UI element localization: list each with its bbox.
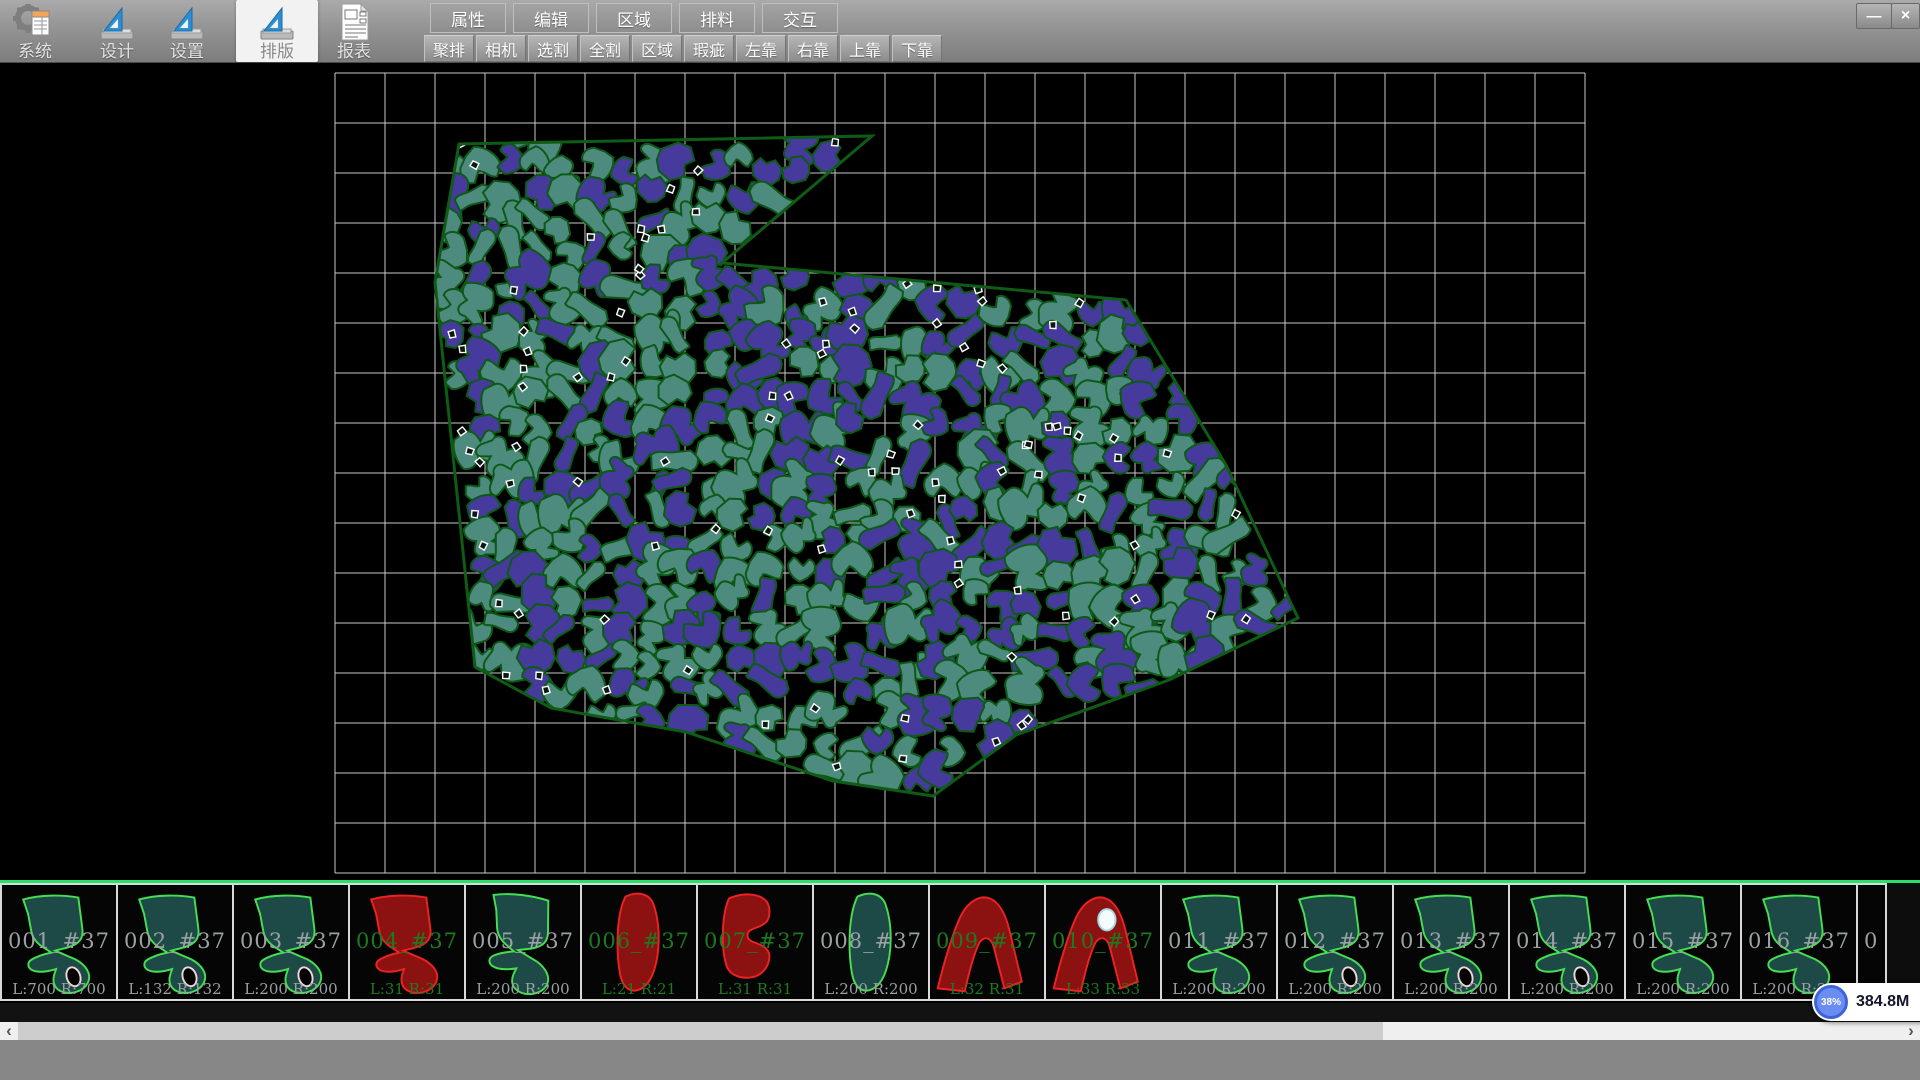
thumbnail-piece[interactable]: 011_#37 L:200 R:200 <box>1160 883 1278 1001</box>
piece-id-label: 004_#37 <box>350 929 464 953</box>
tool-button-defect[interactable]: 瑕疵 <box>684 35 734 62</box>
scroll-right-icon[interactable]: › <box>1902 1022 1920 1040</box>
thumbnail-piece[interactable]: 009_#37 L:32 R:31 <box>928 883 1046 1001</box>
menu-item-nesting[interactable]: 排料 <box>679 3 755 33</box>
piece-lr-count-label: L:200 R:200 <box>466 980 580 998</box>
window-bottom-edge <box>0 1040 1920 1080</box>
tool-button-snap-right[interactable]: 右靠 <box>788 35 838 62</box>
main-toolbar: 系统 设计 设置 排版 报表 属性编辑区域排料交互 聚排相机选割全割区域瑕疵左靠… <box>0 0 1920 63</box>
tool-button-bar: 聚排相机选割全割区域瑕疵左靠右靠上靠下靠 <box>424 35 944 62</box>
piece-lr-count-label: L:132 R:132 <box>118 980 232 998</box>
piece-id-label: 001_#37 <box>2 929 116 953</box>
thumbnail-piece[interactable]: 004_#37 L:31 R:31 <box>348 883 466 1001</box>
piece-id-label: 014_#37 <box>1510 929 1624 953</box>
main-tab-system[interactable]: 系统 <box>3 0 67 62</box>
menu-item-properties[interactable]: 属性 <box>430 3 506 33</box>
main-tab-settings[interactable]: 设置 <box>155 0 219 62</box>
piece-thumbnail-strip: 001_#37L:700 R:700002_#37L:132 R:132003_… <box>0 883 1920 1001</box>
close-button[interactable]: × <box>1891 3 1920 29</box>
menu-bar: 属性编辑区域排料交互 <box>430 3 845 33</box>
ruler-icon <box>97 4 137 42</box>
thumbnail-piece[interactable]: 005_#37 L:200 R:200 <box>464 883 582 1001</box>
piece-id-label: 006_#37 <box>582 929 696 953</box>
memory-usage-label: 384.8M <box>1856 993 1909 1011</box>
piece-id-label: 016_#37 <box>1742 929 1856 953</box>
piece-lr-count-label: L:200 R:200 <box>234 980 348 998</box>
piece-lr-count-label: L:700 R:700 <box>2 980 116 998</box>
menu-item-interactive[interactable]: 交互 <box>762 3 838 33</box>
main-tab-design[interactable]: 设计 <box>85 0 149 62</box>
thumbnail-piece[interactable]: 012_#37 L:200 R:200 <box>1276 883 1394 1001</box>
thumbnail-piece[interactable]: 014_#37 L:200 R:200 <box>1508 883 1626 1001</box>
thumbnail-piece[interactable]: 001_#37 L:700 R:700 <box>0 883 118 1001</box>
piece-id-label: 0 <box>1858 929 1885 953</box>
thumbnail-piece[interactable]: 013_#37 L:200 R:200 <box>1392 883 1510 1001</box>
main-tab-label: 排版 <box>260 42 294 61</box>
tool-button-snap-top[interactable]: 上靠 <box>840 35 890 62</box>
tool-button-region[interactable]: 区域 <box>632 35 682 62</box>
tool-button-cluster-nest[interactable]: 聚排 <box>424 35 474 62</box>
ruler-icon <box>257 4 297 42</box>
piece-id-label: 002_#37 <box>118 929 232 953</box>
piece-id-label: 015_#37 <box>1626 929 1740 953</box>
piece-id-label: 011_#37 <box>1162 929 1276 953</box>
piece-lr-count-label: L:200 R:200 <box>1510 980 1624 998</box>
application-window: { "window": { "minimize": "—", "close": … <box>0 0 1920 1080</box>
piece-lr-count-label: L:200 R:200 <box>1162 980 1276 998</box>
piece-lr-count-label: L:31 R:31 <box>698 980 812 998</box>
piece-lr-count-label: L:31 R:31 <box>350 980 464 998</box>
tool-button-select-cut[interactable]: 选割 <box>528 35 578 62</box>
minimize-button[interactable]: — <box>1856 3 1892 29</box>
menu-item-edit[interactable]: 编辑 <box>513 3 589 33</box>
piece-id-label: 008_#37 <box>814 929 928 953</box>
piece-lr-count-label: L:21 R:21 <box>582 980 696 998</box>
thumbnail-piece[interactable]: 008_#37 L:200 R:200 <box>812 883 930 1001</box>
tool-button-snap-bottom[interactable]: 下靠 <box>892 35 942 62</box>
piece-lr-count-label: L:200 R:200 <box>1626 980 1740 998</box>
ruler-icon <box>167 4 207 42</box>
main-tab-label: 系统 <box>18 42 52 61</box>
thumbnail-piece[interactable]: 002_#37 L:132 R:132 <box>116 883 234 1001</box>
main-tab-label: 设计 <box>100 42 134 61</box>
nesting-canvas[interactable] <box>0 62 1920 880</box>
main-tab-layout[interactable]: 排版 <box>236 0 318 62</box>
progress-percent-badge: 38% <box>1814 985 1848 1019</box>
piece-id-label: 009_#37 <box>930 929 1044 953</box>
thumbnail-piece[interactable]: 010_#37 L:33 R:33 <box>1044 883 1162 1001</box>
report-icon <box>335 2 373 42</box>
piece-lr-count-label: L:33 R:33 <box>1046 980 1160 998</box>
piece-id-label: 007_#37 <box>698 929 812 953</box>
piece-lr-count-label: L:32 R:31 <box>930 980 1044 998</box>
horizontal-scrollbar[interactable]: ‹ › <box>0 1022 1920 1040</box>
scroll-left-icon[interactable]: ‹ <box>0 1022 18 1040</box>
piece-id-label: 010_#37 <box>1046 929 1160 953</box>
piece-lr-count-label: L:200 R:200 <box>814 980 928 998</box>
piece-lr-count-label: L:200 R:200 <box>1394 980 1508 998</box>
tool-button-camera[interactable]: 相机 <box>476 35 526 62</box>
main-tab-report[interactable]: 报表 <box>322 0 386 62</box>
thumbnail-piece[interactable]: 006_#37 L:21 R:21 <box>580 883 698 1001</box>
piece-id-label: 003_#37 <box>234 929 348 953</box>
main-tab-label: 设置 <box>170 42 204 61</box>
piece-id-label: 005_#37 <box>466 929 580 953</box>
strip-lower-gap <box>0 1003 1920 1022</box>
gear-icon <box>13 2 57 42</box>
scrollbar-thumb[interactable] <box>18 1022 1383 1040</box>
tool-button-cut-all[interactable]: 全割 <box>580 35 630 62</box>
piece-lr-count-label: L:200 R:200 <box>1278 980 1392 998</box>
status-badge: 38% 384.8M <box>1812 983 1920 1021</box>
nesting-layout-drawing <box>0 62 1920 880</box>
piece-id-label: 013_#37 <box>1394 929 1508 953</box>
thumbnail-piece[interactable]: 003_#37 L:200 R:200 <box>232 883 350 1001</box>
main-tab-label: 报表 <box>337 42 371 61</box>
menu-item-region[interactable]: 区域 <box>596 3 672 33</box>
tool-button-snap-left[interactable]: 左靠 <box>736 35 786 62</box>
thumbnail-piece[interactable]: 007_#37 L:31 R:31 <box>696 883 814 1001</box>
thumbnail-piece[interactable]: 015_#37 L:200 R:200 <box>1624 883 1742 1001</box>
piece-id-label: 012_#37 <box>1278 929 1392 953</box>
